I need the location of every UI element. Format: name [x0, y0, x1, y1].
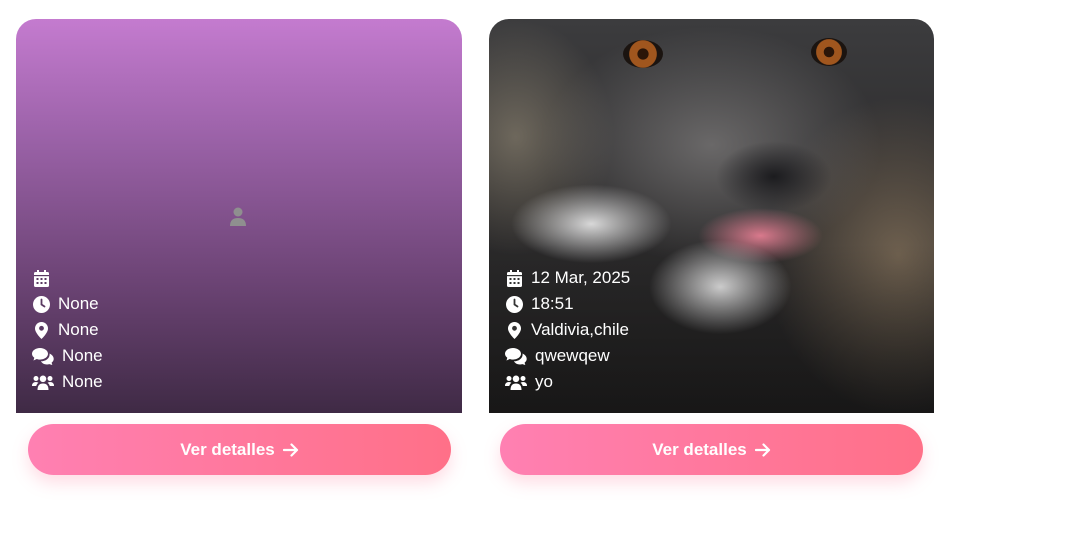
event-time: None	[58, 294, 99, 313]
event-location: Valdivia,chile	[531, 320, 629, 339]
event-participants-row: yo	[505, 369, 630, 395]
event-info: 12 Mar, 2025 18:51 Valdivia,chile qwewqe…	[505, 265, 630, 395]
event-date: 12 Mar, 2025	[531, 268, 631, 287]
event-time-row: None	[32, 291, 103, 317]
arrow-right-icon	[754, 442, 771, 457]
event-description: None	[62, 346, 103, 365]
clock-icon	[32, 295, 50, 313]
comments-icon	[32, 347, 54, 365]
event-location: None	[58, 320, 99, 339]
event-location-row: Valdivia,chile	[505, 317, 630, 343]
event-time: 18:51	[531, 294, 574, 313]
view-details-label: Ver detalles	[652, 439, 747, 459]
event-description-row: None	[32, 343, 103, 369]
event-participants: yo	[535, 372, 553, 391]
comments-icon	[505, 347, 527, 365]
event-participants: None	[62, 372, 103, 391]
event-card-2: 12 Mar, 2025 18:51 Valdivia,chile qwewqe…	[489, 19, 934, 413]
event-description: qwewqew	[535, 346, 610, 365]
event-card-1: None None None None	[16, 19, 462, 413]
view-details-button[interactable]: Ver detalles	[500, 424, 923, 475]
arrow-right-icon	[282, 442, 299, 457]
user-icon	[229, 207, 247, 226]
view-details-button[interactable]: Ver detalles	[28, 424, 451, 475]
event-date-row: 12 Mar, 2025	[505, 265, 630, 291]
users-icon	[32, 373, 54, 391]
calendar-icon	[505, 269, 523, 287]
calendar-icon	[32, 269, 50, 287]
clock-icon	[505, 295, 523, 313]
event-description-row: qwewqew	[505, 343, 630, 369]
event-date-row	[32, 265, 103, 291]
event-info: None None None None	[32, 265, 103, 395]
map-pin-icon	[505, 321, 523, 339]
event-time-row: 18:51	[505, 291, 630, 317]
view-details-label: Ver detalles	[180, 439, 275, 459]
users-icon	[505, 373, 527, 391]
event-location-row: None	[32, 317, 103, 343]
event-participants-row: None	[32, 369, 103, 395]
map-pin-icon	[32, 321, 50, 339]
